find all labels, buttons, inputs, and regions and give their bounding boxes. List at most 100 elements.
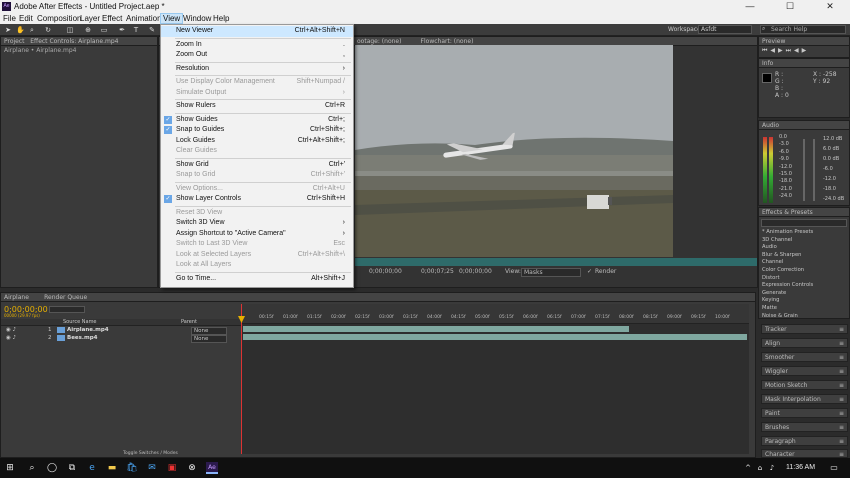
smoother-panel[interactable]: Smoother ≡ [761, 352, 848, 362]
search-icon[interactable]: ⌕ [26, 462, 38, 474]
effects-item[interactable]: Generate [762, 290, 813, 298]
volume-icon[interactable]: ♪ [766, 462, 778, 474]
task-view-icon[interactable]: ◯ [46, 462, 58, 474]
pen-tool-icon[interactable]: ✒ [118, 26, 126, 34]
render-queue-tab[interactable]: Render Queue [44, 294, 87, 301]
preview-controls[interactable]: ⏮◀▶⏭◀▶ [759, 46, 849, 56]
effects-search-input[interactable] [761, 219, 847, 227]
effects-item[interactable]: 3D Channel [762, 237, 813, 245]
submenu-arrow-icon: › [342, 219, 345, 226]
toggle-switches-modes[interactable]: Toggle Switches / Modes [121, 451, 180, 456]
menu-composition[interactable]: Composition [37, 14, 81, 23]
audio-slider-left[interactable] [803, 139, 805, 201]
layer-bar-airplane[interactable] [243, 326, 629, 332]
paragraph-panel[interactable]: Paragraph ≡ [761, 436, 848, 446]
character-panel[interactable]: Character ≡ [761, 449, 848, 458]
search-help-input[interactable]: Search Help [760, 25, 846, 34]
video-frame[interactable] [355, 45, 673, 257]
view-menu-resolution[interactable]: Resolution › [161, 64, 353, 75]
view-menu-zoom-out[interactable]: Zoom Out, [161, 50, 353, 61]
timeline-search-input[interactable] [49, 306, 85, 313]
camera-tool-icon[interactable]: ◫ [66, 26, 74, 34]
menu-view[interactable]: View [160, 13, 184, 24]
workspace-select[interactable]: Asfdt [698, 25, 752, 34]
rotate-tool-icon[interactable]: ↻ [44, 26, 52, 34]
network-icon[interactable]: ⌂ [754, 462, 766, 474]
viewer-time-ruler[interactable] [355, 258, 757, 266]
effects-item[interactable]: Expression Controls [762, 282, 813, 290]
file-explorer-icon[interactable]: ▬ [106, 462, 118, 474]
flowchart-tab[interactable]: Flowchart: (none) [421, 38, 474, 45]
layer-row[interactable]: ◉ ♪ 2 Bees.mp4 None [1, 334, 241, 343]
taskbar-clock[interactable]: 11:36 AM [786, 464, 815, 471]
view-menu-zoom-in[interactable]: Zoom In. [161, 40, 353, 51]
mail-icon[interactable]: ✉ [146, 462, 158, 474]
task-view-icon[interactable]: ⧉ [66, 462, 78, 474]
edge-browser-icon[interactable]: e [86, 462, 98, 474]
store-icon[interactable]: 🛍 [126, 462, 138, 474]
xbox-icon[interactable]: ⊗ [186, 462, 198, 474]
effects-item[interactable]: Noise & Grain [762, 313, 813, 321]
menu-help[interactable]: Help [213, 14, 229, 23]
mask-interpolation-panel[interactable]: Mask Interpolation ≡ [761, 394, 848, 404]
audio-slider-right[interactable] [813, 139, 815, 201]
close-button[interactable]: ✕ [810, 0, 850, 13]
wiggler-panel[interactable]: Wiggler ≡ [761, 366, 848, 376]
maximize-button[interactable]: ☐ [770, 0, 810, 13]
view-menu-switch-3d-view[interactable]: Switch 3D View › [161, 218, 353, 229]
photos-icon[interactable]: ▣ [166, 462, 178, 474]
view-menu-show-guides[interactable]: ✓ Show Guides Ctrl+; [161, 115, 353, 126]
project-tab[interactable]: Project [4, 38, 25, 45]
effects-item[interactable]: * Animation Presets [762, 229, 813, 237]
after-effects-taskbar-icon[interactable]: Ae [206, 462, 218, 474]
menu-effect[interactable]: Effect [102, 14, 122, 23]
notifications-icon[interactable]: ▭ [828, 462, 840, 474]
chevron-up-icon[interactable]: ^ [742, 462, 754, 474]
effect-controls-tab[interactable]: Effect Controls: Airplane.mp4 [30, 38, 118, 45]
brush-tool-icon[interactable]: ✎ [148, 26, 156, 34]
menu-animation[interactable]: Animation [126, 14, 162, 23]
layer-bar-bees[interactable] [243, 334, 747, 340]
effects-item[interactable]: Matte [762, 305, 813, 313]
view-menu-show-grid[interactable]: Show Grid Ctrl+' [161, 160, 353, 171]
view-menu-show-rulers[interactable]: Show Rulers Ctrl+R [161, 101, 353, 112]
view-menu-snap-to-guides[interactable]: ✓ Snap to Guides Ctrl+Shift+; [161, 125, 353, 136]
effects-item[interactable]: Channel [762, 259, 813, 267]
minimize-button[interactable]: — [730, 0, 770, 13]
selection-tool-icon[interactable]: ➤ [4, 26, 12, 34]
menu-window[interactable]: Window [183, 14, 211, 23]
pan-behind-tool-icon[interactable]: ⊕ [84, 26, 92, 34]
view-select[interactable]: Masks [521, 268, 581, 277]
view-menu-show-layer-controls[interactable]: ✓ Show Layer Controls Ctrl+Shift+H [161, 194, 353, 205]
airplane-comp-tab[interactable]: Airplane [4, 294, 29, 301]
menu-layer[interactable]: Layer [80, 14, 100, 23]
rectangle-tool-icon[interactable]: ▭ [100, 26, 108, 34]
view-menu-new-viewer[interactable]: New Viewer Ctrl+Alt+Shift+N [161, 26, 353, 37]
hand-tool-icon[interactable]: ✋ [16, 26, 25, 34]
footage-tab[interactable]: ootage: (none) [357, 38, 401, 45]
align-panel[interactable]: Align ≡ [761, 338, 848, 348]
menu-file[interactable]: File [3, 14, 16, 23]
effects-item[interactable]: Distort [762, 275, 813, 283]
effects-item[interactable]: Keying [762, 297, 813, 305]
menu-item-label: Zoom In [176, 40, 202, 48]
tracker-panel[interactable]: Tracker ≡ [761, 324, 848, 334]
motion-sketch-panel[interactable]: Motion Sketch ≡ [761, 380, 848, 390]
zoom-tool-icon[interactable]: ⌕ [28, 26, 36, 34]
brushes-panel[interactable]: Brushes ≡ [761, 422, 848, 432]
effects-item[interactable]: Audio [762, 244, 813, 252]
time-ruler[interactable]: 00:15f 01:00f 01:15f 02:00f 02:15f 03:00… [241, 304, 749, 324]
effects-item[interactable]: Color Correction [762, 267, 813, 275]
paint-panel[interactable]: Paint ≡ [761, 408, 848, 418]
windows-start-icon[interactable]: ⊞ [4, 462, 16, 474]
playhead[interactable] [241, 304, 242, 454]
view-menu-assign-shortcut-to-active-camera[interactable]: Assign Shortcut to "Active Camera" › [161, 229, 353, 240]
timeline-track-area[interactable]: 00:15f 01:00f 01:15f 02:00f 02:15f 03:00… [238, 304, 749, 454]
menu-edit[interactable]: Edit [19, 14, 33, 23]
view-menu-go-to-time[interactable]: Go to Time... Alt+Shift+J [161, 274, 353, 285]
layer-row[interactable]: ◉ ♪ 1 Airplane.mp4 None [1, 326, 241, 335]
view-menu-lock-guides[interactable]: Lock Guides Ctrl+Alt+Shift+; [161, 136, 353, 147]
type-tool-icon[interactable]: T [132, 26, 140, 34]
effects-item[interactable]: Blur & Sharpen [762, 252, 813, 260]
render-checkbox[interactable]: ✓ [587, 268, 592, 275]
